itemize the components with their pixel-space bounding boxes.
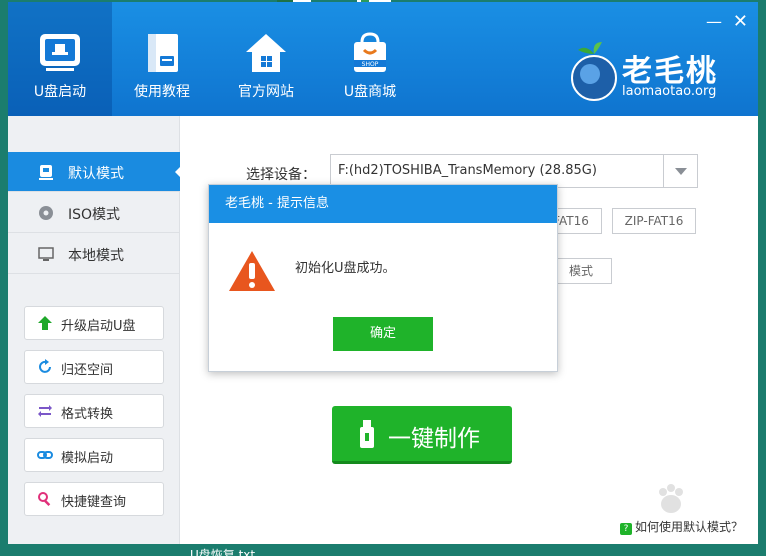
tool-label: 归还空间 bbox=[61, 363, 114, 378]
close-button[interactable]: ✕ bbox=[733, 12, 748, 32]
help-icon: ? bbox=[620, 523, 632, 535]
tool-label: 升级启动U盘 bbox=[61, 319, 136, 334]
book-icon bbox=[148, 34, 178, 72]
one-click-make-button[interactable]: 一键制作 bbox=[332, 406, 512, 464]
device-label: 选择设备： bbox=[246, 167, 316, 183]
sidebar: 默认模式 ISO模式 本地模式 升级启动U盘 归还空间 格式转换 模拟启动 快捷… bbox=[8, 116, 181, 544]
info-dialog: 老毛桃 - 提示信息 初始化U盘成功。 确定 bbox=[208, 184, 558, 372]
mode-label: 默认模式 bbox=[68, 166, 124, 182]
tool-label: 快捷键查询 bbox=[61, 495, 127, 510]
nav-label: U盘启动 bbox=[33, 84, 87, 100]
nav-official-site[interactable]: 官方网站 bbox=[214, 2, 318, 116]
minimize-button[interactable]: — bbox=[706, 12, 722, 32]
ok-button[interactable]: 确定 bbox=[333, 317, 433, 351]
mode-local[interactable]: 本地模式 bbox=[8, 234, 180, 274]
peach-logo-icon bbox=[571, 42, 617, 101]
swap-icon bbox=[38, 405, 52, 417]
simulate-boot-button[interactable]: 模拟启动 bbox=[24, 438, 164, 472]
nav-label: 官方网站 bbox=[238, 84, 294, 100]
tool-label: 模拟启动 bbox=[61, 451, 114, 466]
hotkey-query-button[interactable]: 快捷键查询 bbox=[24, 482, 164, 516]
home-icon bbox=[246, 34, 286, 72]
format-convert-button[interactable]: 格式转换 bbox=[24, 394, 164, 428]
device-value: F:(hd2)TOSHIBA_TransMemory (28.85G) bbox=[338, 163, 597, 178]
nav-tutorial[interactable]: 使用教程 bbox=[110, 2, 214, 116]
link-icon bbox=[37, 451, 53, 459]
usb-mode-icon bbox=[39, 165, 53, 180]
nav-usb-shop[interactable]: SHOP U盘商城 bbox=[318, 2, 422, 116]
search-icon bbox=[38, 492, 51, 507]
svg-text:SHOP: SHOP bbox=[362, 61, 379, 68]
warning-icon bbox=[229, 251, 275, 291]
device-select[interactable]: F:(hd2)TOSHIBA_TransMemory (28.85G) bbox=[330, 154, 698, 188]
mode-default[interactable]: 默认模式 bbox=[8, 152, 181, 192]
refresh-icon bbox=[39, 359, 51, 373]
dialog-message: 初始化U盘成功。 bbox=[295, 261, 396, 276]
chevron-down-icon[interactable] bbox=[663, 155, 697, 187]
brand-site: laomaotao.org bbox=[622, 84, 717, 99]
restore-space-button[interactable]: 归还空间 bbox=[24, 350, 164, 384]
help-link[interactable]: ? 如何使用默认模式？ bbox=[620, 518, 743, 535]
dialog-title: 老毛桃 - 提示信息 bbox=[209, 185, 557, 223]
mode-label: ISO模式 bbox=[68, 207, 121, 223]
nav-label: 使用教程 bbox=[134, 84, 190, 100]
header-bar: — ✕ U盘启动 使用教程 官方网站 SHOP U盘商城 老毛桃 laomaot… bbox=[8, 2, 758, 116]
format-zip-fat16-option[interactable]: ZIP-FAT16 bbox=[612, 208, 696, 234]
monitor-icon bbox=[38, 247, 54, 261]
usb-stick-icon bbox=[360, 420, 374, 448]
nav-usb-boot[interactable]: U盘启动 bbox=[8, 2, 112, 116]
nav-label: U盘商城 bbox=[343, 84, 397, 100]
help-text: 如何使用默认模式？ bbox=[635, 520, 744, 534]
desktop-file-label: U盘恢复.txt bbox=[190, 548, 256, 556]
baidu-watermark-icon bbox=[659, 484, 683, 513]
app-window: — ✕ U盘启动 使用教程 官方网站 SHOP U盘商城 老毛桃 laomaot… bbox=[8, 2, 758, 544]
shop-bag-icon: SHOP bbox=[354, 32, 386, 72]
mode-iso[interactable]: ISO模式 bbox=[8, 193, 180, 233]
make-button-label: 一键制作 bbox=[388, 426, 480, 452]
usb-drive-icon bbox=[40, 34, 80, 71]
upgrade-boot-usb-button[interactable]: 升级启动U盘 bbox=[24, 306, 164, 340]
mode-label: 本地模式 bbox=[68, 248, 124, 264]
mode-option-button[interactable]: 模式 bbox=[550, 258, 612, 284]
brand-logo: 老毛桃 laomaotao.org bbox=[568, 36, 748, 106]
arrow-up-icon bbox=[38, 316, 52, 330]
disc-icon bbox=[39, 206, 53, 220]
tool-label: 格式转换 bbox=[61, 407, 114, 422]
